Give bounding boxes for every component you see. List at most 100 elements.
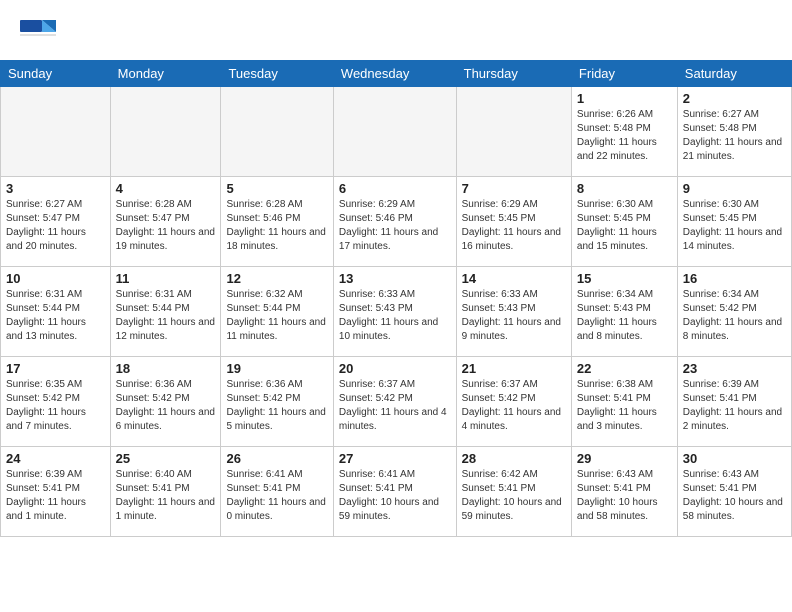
calendar-cell: 15 Sunrise: 6:34 AM Sunset: 5:43 PM Dayli… (571, 267, 677, 357)
day-info: Sunrise: 6:43 AM Sunset: 5:41 PM Dayligh… (577, 468, 672, 524)
calendar-cell: 26 Sunrise: 6:41 AM Sunset: 5:41 PM Dayli… (221, 447, 333, 537)
calendar-cell: 2 Sunrise: 6:27 AM Sunset: 5:48 PM Daylig… (677, 87, 791, 177)
day-info: Sunrise: 6:31 AM Sunset: 5:44 PM Dayligh… (6, 288, 105, 344)
day-number: 2 (683, 91, 786, 106)
calendar-cell: 7 Sunrise: 6:29 AM Sunset: 5:45 PM Daylig… (456, 177, 571, 267)
day-number: 23 (683, 361, 786, 376)
day-info: Sunrise: 6:29 AM Sunset: 5:45 PM Dayligh… (462, 198, 566, 254)
calendar-cell: 25 Sunrise: 6:40 AM Sunset: 5:41 PM Dayli… (110, 447, 221, 537)
day-number: 18 (116, 361, 216, 376)
weekday-header-tuesday: Tuesday (221, 61, 333, 87)
day-info: Sunrise: 6:43 AM Sunset: 5:41 PM Dayligh… (683, 468, 786, 524)
day-number: 9 (683, 181, 786, 196)
calendar-cell: 4 Sunrise: 6:28 AM Sunset: 5:47 PM Daylig… (110, 177, 221, 267)
day-number: 12 (226, 271, 327, 286)
logo-icon (20, 16, 56, 52)
calendar-cell: 28 Sunrise: 6:42 AM Sunset: 5:41 PM Dayli… (456, 447, 571, 537)
calendar-cell: 19 Sunrise: 6:36 AM Sunset: 5:42 PM Dayli… (221, 357, 333, 447)
calendar-cell (221, 87, 333, 177)
calendar-cell: 22 Sunrise: 6:38 AM Sunset: 5:41 PM Dayli… (571, 357, 677, 447)
calendar-cell: 13 Sunrise: 6:33 AM Sunset: 5:43 PM Dayli… (333, 267, 456, 357)
day-info: Sunrise: 6:38 AM Sunset: 5:41 PM Dayligh… (577, 378, 672, 434)
calendar-cell (333, 87, 456, 177)
day-number: 22 (577, 361, 672, 376)
calendar-cell: 12 Sunrise: 6:32 AM Sunset: 5:44 PM Dayli… (221, 267, 333, 357)
day-number: 21 (462, 361, 566, 376)
day-number: 26 (226, 451, 327, 466)
calendar-cell: 9 Sunrise: 6:30 AM Sunset: 5:45 PM Daylig… (677, 177, 791, 267)
day-info: Sunrise: 6:35 AM Sunset: 5:42 PM Dayligh… (6, 378, 105, 434)
day-info: Sunrise: 6:27 AM Sunset: 5:47 PM Dayligh… (6, 198, 105, 254)
day-info: Sunrise: 6:28 AM Sunset: 5:47 PM Dayligh… (116, 198, 216, 254)
weekday-header-thursday: Thursday (456, 61, 571, 87)
calendar-cell: 6 Sunrise: 6:29 AM Sunset: 5:46 PM Daylig… (333, 177, 456, 267)
calendar-cell: 8 Sunrise: 6:30 AM Sunset: 5:45 PM Daylig… (571, 177, 677, 267)
day-number: 3 (6, 181, 105, 196)
day-number: 19 (226, 361, 327, 376)
day-number: 30 (683, 451, 786, 466)
day-info: Sunrise: 6:33 AM Sunset: 5:43 PM Dayligh… (462, 288, 566, 344)
day-number: 28 (462, 451, 566, 466)
calendar-cell: 14 Sunrise: 6:33 AM Sunset: 5:43 PM Dayli… (456, 267, 571, 357)
day-info: Sunrise: 6:34 AM Sunset: 5:43 PM Dayligh… (577, 288, 672, 344)
day-info: Sunrise: 6:41 AM Sunset: 5:41 PM Dayligh… (339, 468, 451, 524)
weekday-header-monday: Monday (110, 61, 221, 87)
calendar-cell: 18 Sunrise: 6:36 AM Sunset: 5:42 PM Dayli… (110, 357, 221, 447)
day-number: 8 (577, 181, 672, 196)
day-info: Sunrise: 6:26 AM Sunset: 5:48 PM Dayligh… (577, 108, 672, 164)
day-number: 14 (462, 271, 566, 286)
day-info: Sunrise: 6:30 AM Sunset: 5:45 PM Dayligh… (577, 198, 672, 254)
day-info: Sunrise: 6:40 AM Sunset: 5:41 PM Dayligh… (116, 468, 216, 524)
day-info: Sunrise: 6:33 AM Sunset: 5:43 PM Dayligh… (339, 288, 451, 344)
day-info: Sunrise: 6:39 AM Sunset: 5:41 PM Dayligh… (683, 378, 786, 434)
day-info: Sunrise: 6:41 AM Sunset: 5:41 PM Dayligh… (226, 468, 327, 524)
weekday-header-friday: Friday (571, 61, 677, 87)
calendar-cell: 3 Sunrise: 6:27 AM Sunset: 5:47 PM Daylig… (1, 177, 111, 267)
day-info: Sunrise: 6:31 AM Sunset: 5:44 PM Dayligh… (116, 288, 216, 344)
day-number: 25 (116, 451, 216, 466)
day-info: Sunrise: 6:39 AM Sunset: 5:41 PM Dayligh… (6, 468, 105, 524)
calendar-cell: 11 Sunrise: 6:31 AM Sunset: 5:44 PM Dayli… (110, 267, 221, 357)
calendar-cell: 1Sunrise: 6:26 AM Sunset: 5:48 PM Daylig… (571, 87, 677, 177)
day-info: Sunrise: 6:27 AM Sunset: 5:48 PM Dayligh… (683, 108, 786, 164)
day-info: Sunrise: 6:30 AM Sunset: 5:45 PM Dayligh… (683, 198, 786, 254)
day-number: 16 (683, 271, 786, 286)
day-number: 29 (577, 451, 672, 466)
day-info: Sunrise: 6:34 AM Sunset: 5:42 PM Dayligh… (683, 288, 786, 344)
day-number: 7 (462, 181, 566, 196)
day-info: Sunrise: 6:36 AM Sunset: 5:42 PM Dayligh… (116, 378, 216, 434)
day-number: 13 (339, 271, 451, 286)
weekday-header-saturday: Saturday (677, 61, 791, 87)
calendar-cell: 27 Sunrise: 6:41 AM Sunset: 5:41 PM Dayli… (333, 447, 456, 537)
weekday-header-sunday: Sunday (1, 61, 111, 87)
calendar-cell (456, 87, 571, 177)
calendar-table: SundayMondayTuesdayWednesdayThursdayFrid… (0, 60, 792, 537)
calendar-cell: 5 Sunrise: 6:28 AM Sunset: 5:46 PM Daylig… (221, 177, 333, 267)
calendar-cell: 30 Sunrise: 6:43 AM Sunset: 5:41 PM Dayli… (677, 447, 791, 537)
day-info: Sunrise: 6:37 AM Sunset: 5:42 PM Dayligh… (462, 378, 566, 434)
day-number: 24 (6, 451, 105, 466)
day-info: Sunrise: 6:32 AM Sunset: 5:44 PM Dayligh… (226, 288, 327, 344)
calendar-cell: 29 Sunrise: 6:43 AM Sunset: 5:41 PM Dayli… (571, 447, 677, 537)
day-info: Sunrise: 6:37 AM Sunset: 5:42 PM Dayligh… (339, 378, 451, 434)
day-number: 27 (339, 451, 451, 466)
day-number: 11 (116, 271, 216, 286)
page-header (0, 0, 792, 56)
calendar-cell: 20Sunrise: 6:37 AM Sunset: 5:42 PM Dayli… (333, 357, 456, 447)
day-number: 5 (226, 181, 327, 196)
weekday-header-wednesday: Wednesday (333, 61, 456, 87)
day-number: 6 (339, 181, 451, 196)
day-info: Sunrise: 6:29 AM Sunset: 5:46 PM Dayligh… (339, 198, 451, 254)
day-number: 4 (116, 181, 216, 196)
calendar-cell: 23 Sunrise: 6:39 AM Sunset: 5:41 PM Dayli… (677, 357, 791, 447)
day-number: 17 (6, 361, 105, 376)
day-info: Sunrise: 6:42 AM Sunset: 5:41 PM Dayligh… (462, 468, 566, 524)
calendar-cell (1, 87, 111, 177)
calendar-cell: 16 Sunrise: 6:34 AM Sunset: 5:42 PM Dayli… (677, 267, 791, 357)
calendar-cell: 17 Sunrise: 6:35 AM Sunset: 5:42 PM Dayli… (1, 357, 111, 447)
day-info: Sunrise: 6:36 AM Sunset: 5:42 PM Dayligh… (226, 378, 327, 434)
day-number: 15 (577, 271, 672, 286)
calendar-cell: 21 Sunrise: 6:37 AM Sunset: 5:42 PM Dayli… (456, 357, 571, 447)
calendar-cell (110, 87, 221, 177)
day-info: Sunrise: 6:28 AM Sunset: 5:46 PM Dayligh… (226, 198, 327, 254)
